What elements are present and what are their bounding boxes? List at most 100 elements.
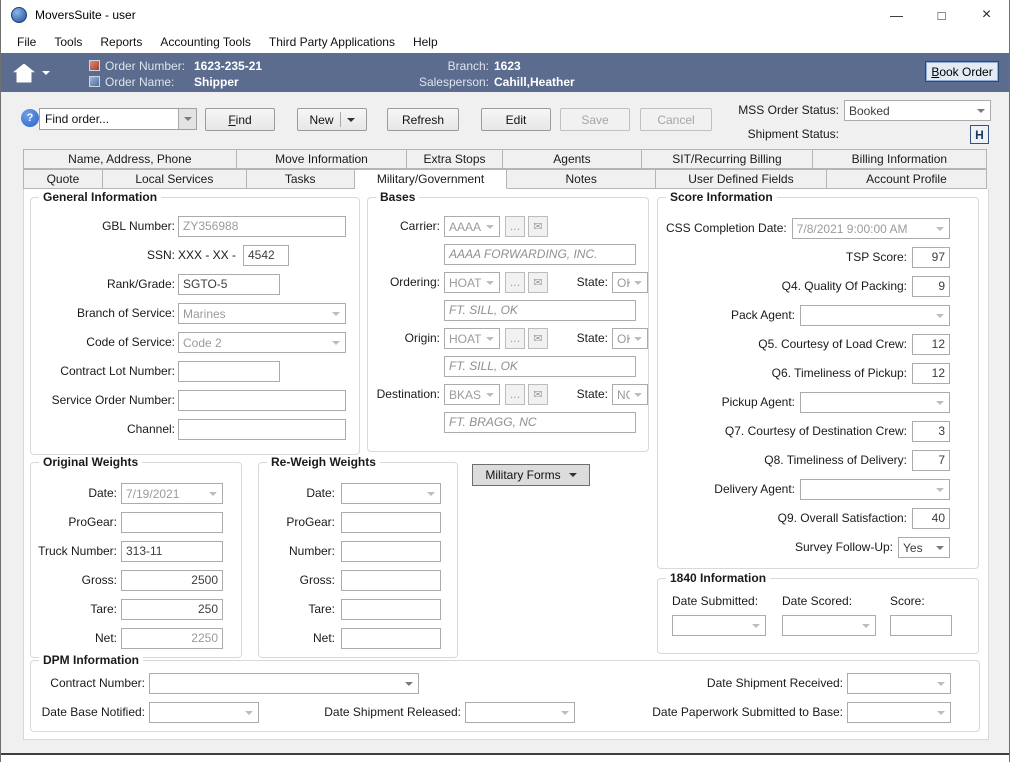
reweigh-gross-input[interactable]	[341, 570, 441, 591]
close-button[interactable]: ×	[964, 0, 1009, 30]
css-completion-date-select[interactable]: 7/8/2021 9:00:00 AM	[792, 218, 950, 239]
score-1840-input[interactable]	[890, 615, 952, 636]
find-button[interactable]: Find	[205, 108, 275, 131]
original-weights-title: Original Weights	[39, 455, 142, 469]
tab-user-defined-fields[interactable]: User Defined Fields	[656, 169, 827, 189]
original-date-select[interactable]: 7/19/2021	[121, 483, 223, 504]
tab-account-profile[interactable]: Account Profile	[827, 169, 987, 189]
tab-billing-information[interactable]: Billing Information	[813, 149, 987, 169]
destination-state-select[interactable]: NC	[612, 384, 648, 405]
rank-grade-input[interactable]: SGTO-5	[178, 274, 280, 295]
destination-lookup-button[interactable]: …	[505, 384, 525, 405]
reweigh-number-input[interactable]	[341, 541, 441, 562]
original-progear-input[interactable]	[121, 512, 223, 533]
home-menu-button[interactable]	[13, 60, 59, 86]
ordering-lookup-button[interactable]: …	[505, 272, 525, 293]
gbl-number-input[interactable]: ZY356988	[178, 216, 346, 237]
date-paperwork-submitted-select[interactable]	[847, 702, 951, 723]
find-order-combobox[interactable]: Find order...	[39, 108, 197, 130]
military-forms-button[interactable]: Military Forms	[472, 464, 590, 486]
menu-item-reports[interactable]: Reports	[92, 32, 150, 52]
date-base-notified-select[interactable]	[149, 702, 259, 723]
book-order-button[interactable]: Book Order	[925, 61, 999, 82]
chevron-down-icon	[936, 488, 944, 492]
channel-label: Channel:	[37, 419, 175, 440]
tab-tasks[interactable]: Tasks	[247, 169, 355, 189]
channel-input[interactable]	[178, 419, 346, 440]
q7-courtesy-of-destination-crew-input[interactable]: 3	[912, 421, 950, 442]
truck-number-input[interactable]: 313-11	[121, 541, 223, 562]
minimize-button[interactable]: —	[874, 0, 919, 30]
origin-mail-button[interactable]: ✉	[528, 328, 548, 349]
mss-order-status-label: MSS Order Status:	[691, 100, 839, 121]
edit-button[interactable]: Edit	[481, 108, 551, 131]
reweigh-net-input[interactable]	[341, 628, 441, 649]
tab-military-government[interactable]: Military/Government	[355, 169, 508, 189]
tab-move-information[interactable]: Move Information	[237, 149, 408, 169]
code-of-service-select[interactable]: Code 2	[178, 332, 346, 353]
original-tare-input[interactable]: 250	[121, 599, 223, 620]
mss-order-status-select[interactable]: Booked	[844, 100, 991, 121]
date-shipment-released-select[interactable]	[465, 702, 575, 723]
tab-name-address-phone[interactable]: Name, Address, Phone	[23, 149, 237, 169]
order-header-band: Order Number: 1623-235-21 Order Name: Sh…	[1, 53, 1009, 92]
original-gross-input[interactable]: 2500	[121, 570, 223, 591]
reweigh-tare-input[interactable]	[341, 599, 441, 620]
pickup-agent-select[interactable]	[800, 392, 950, 413]
chevron-down-icon	[752, 624, 760, 628]
tab-agents[interactable]: Agents	[503, 149, 642, 169]
destination-mail-button[interactable]: ✉	[528, 384, 548, 405]
save-button[interactable]: Save	[560, 108, 630, 131]
origin-select[interactable]: HOAT	[444, 328, 500, 349]
ordering-mail-button[interactable]: ✉	[528, 272, 548, 293]
tsp-score-input[interactable]: 97	[912, 247, 950, 268]
service-order-number-input[interactable]	[178, 390, 346, 411]
ssn-input[interactable]: 4542	[243, 245, 289, 266]
ordering-state-select[interactable]: OK	[612, 272, 648, 293]
maximize-button[interactable]: □	[919, 0, 964, 30]
origin-lookup-button[interactable]: …	[505, 328, 525, 349]
carrier-select[interactable]: AAAA	[444, 216, 500, 237]
contract-number-select[interactable]	[149, 673, 419, 694]
destination-select[interactable]: BKAS	[444, 384, 500, 405]
refresh-button[interactable]: Refresh	[387, 108, 459, 131]
pack-agent-select[interactable]	[800, 305, 950, 326]
delivery-agent-select[interactable]	[800, 479, 950, 500]
tab-notes[interactable]: Notes	[507, 169, 655, 189]
tab-local-services[interactable]: Local Services	[103, 169, 247, 189]
date-shipment-received-select[interactable]	[847, 673, 951, 694]
branch-of-service-label: Branch of Service:	[37, 303, 175, 324]
reweigh-date-select[interactable]	[341, 483, 441, 504]
combo-dropdown-button[interactable]	[178, 109, 196, 129]
menu-item-third-party-applications[interactable]: Third Party Applications	[261, 32, 403, 52]
original-net-label: Net:	[35, 628, 117, 649]
date-scored-select[interactable]	[782, 615, 876, 636]
menu-item-file[interactable]: File	[9, 32, 44, 52]
tab-quote[interactable]: Quote	[23, 169, 103, 189]
info-1840-title: 1840 Information	[666, 571, 770, 585]
menu-item-accounting-tools[interactable]: Accounting Tools	[152, 32, 259, 52]
origin-state-select[interactable]: OK	[612, 328, 648, 349]
q9-overall-satisfaction-input[interactable]: 40	[912, 508, 950, 529]
help-icon[interactable]: ?	[21, 109, 39, 127]
history-button[interactable]: H	[970, 125, 989, 144]
q6-timeliness-of-pickup-input[interactable]: 12	[912, 363, 950, 384]
tab-sit-recurring-billing[interactable]: SIT/Recurring Billing	[642, 149, 813, 169]
menu-item-tools[interactable]: Tools	[46, 32, 90, 52]
q8-timeliness-of-delivery-input[interactable]: 7	[912, 450, 950, 471]
find-order-input[interactable]: Find order...	[40, 109, 178, 129]
date-submitted-select[interactable]	[672, 615, 766, 636]
tab-extra-stops[interactable]: Extra Stops	[407, 149, 502, 169]
menu-item-help[interactable]: Help	[405, 32, 446, 52]
survey-follow-up-select[interactable]: Yes	[898, 537, 950, 558]
carrier-lookup-button[interactable]: …	[505, 216, 525, 237]
q5-courtesy-of-load-crew-input[interactable]: 12	[912, 334, 950, 355]
contract-lot-number-input[interactable]	[178, 361, 280, 382]
date-submitted-label: Date Submitted:	[672, 591, 758, 612]
carrier-mail-button[interactable]: ✉	[528, 216, 548, 237]
ordering-select[interactable]: HOAT	[444, 272, 500, 293]
new-button[interactable]: New	[297, 108, 367, 131]
q4-quality-of-packing-input[interactable]: 9	[912, 276, 950, 297]
reweigh-progear-input[interactable]	[341, 512, 441, 533]
branch-of-service-select[interactable]: Marines	[178, 303, 346, 324]
